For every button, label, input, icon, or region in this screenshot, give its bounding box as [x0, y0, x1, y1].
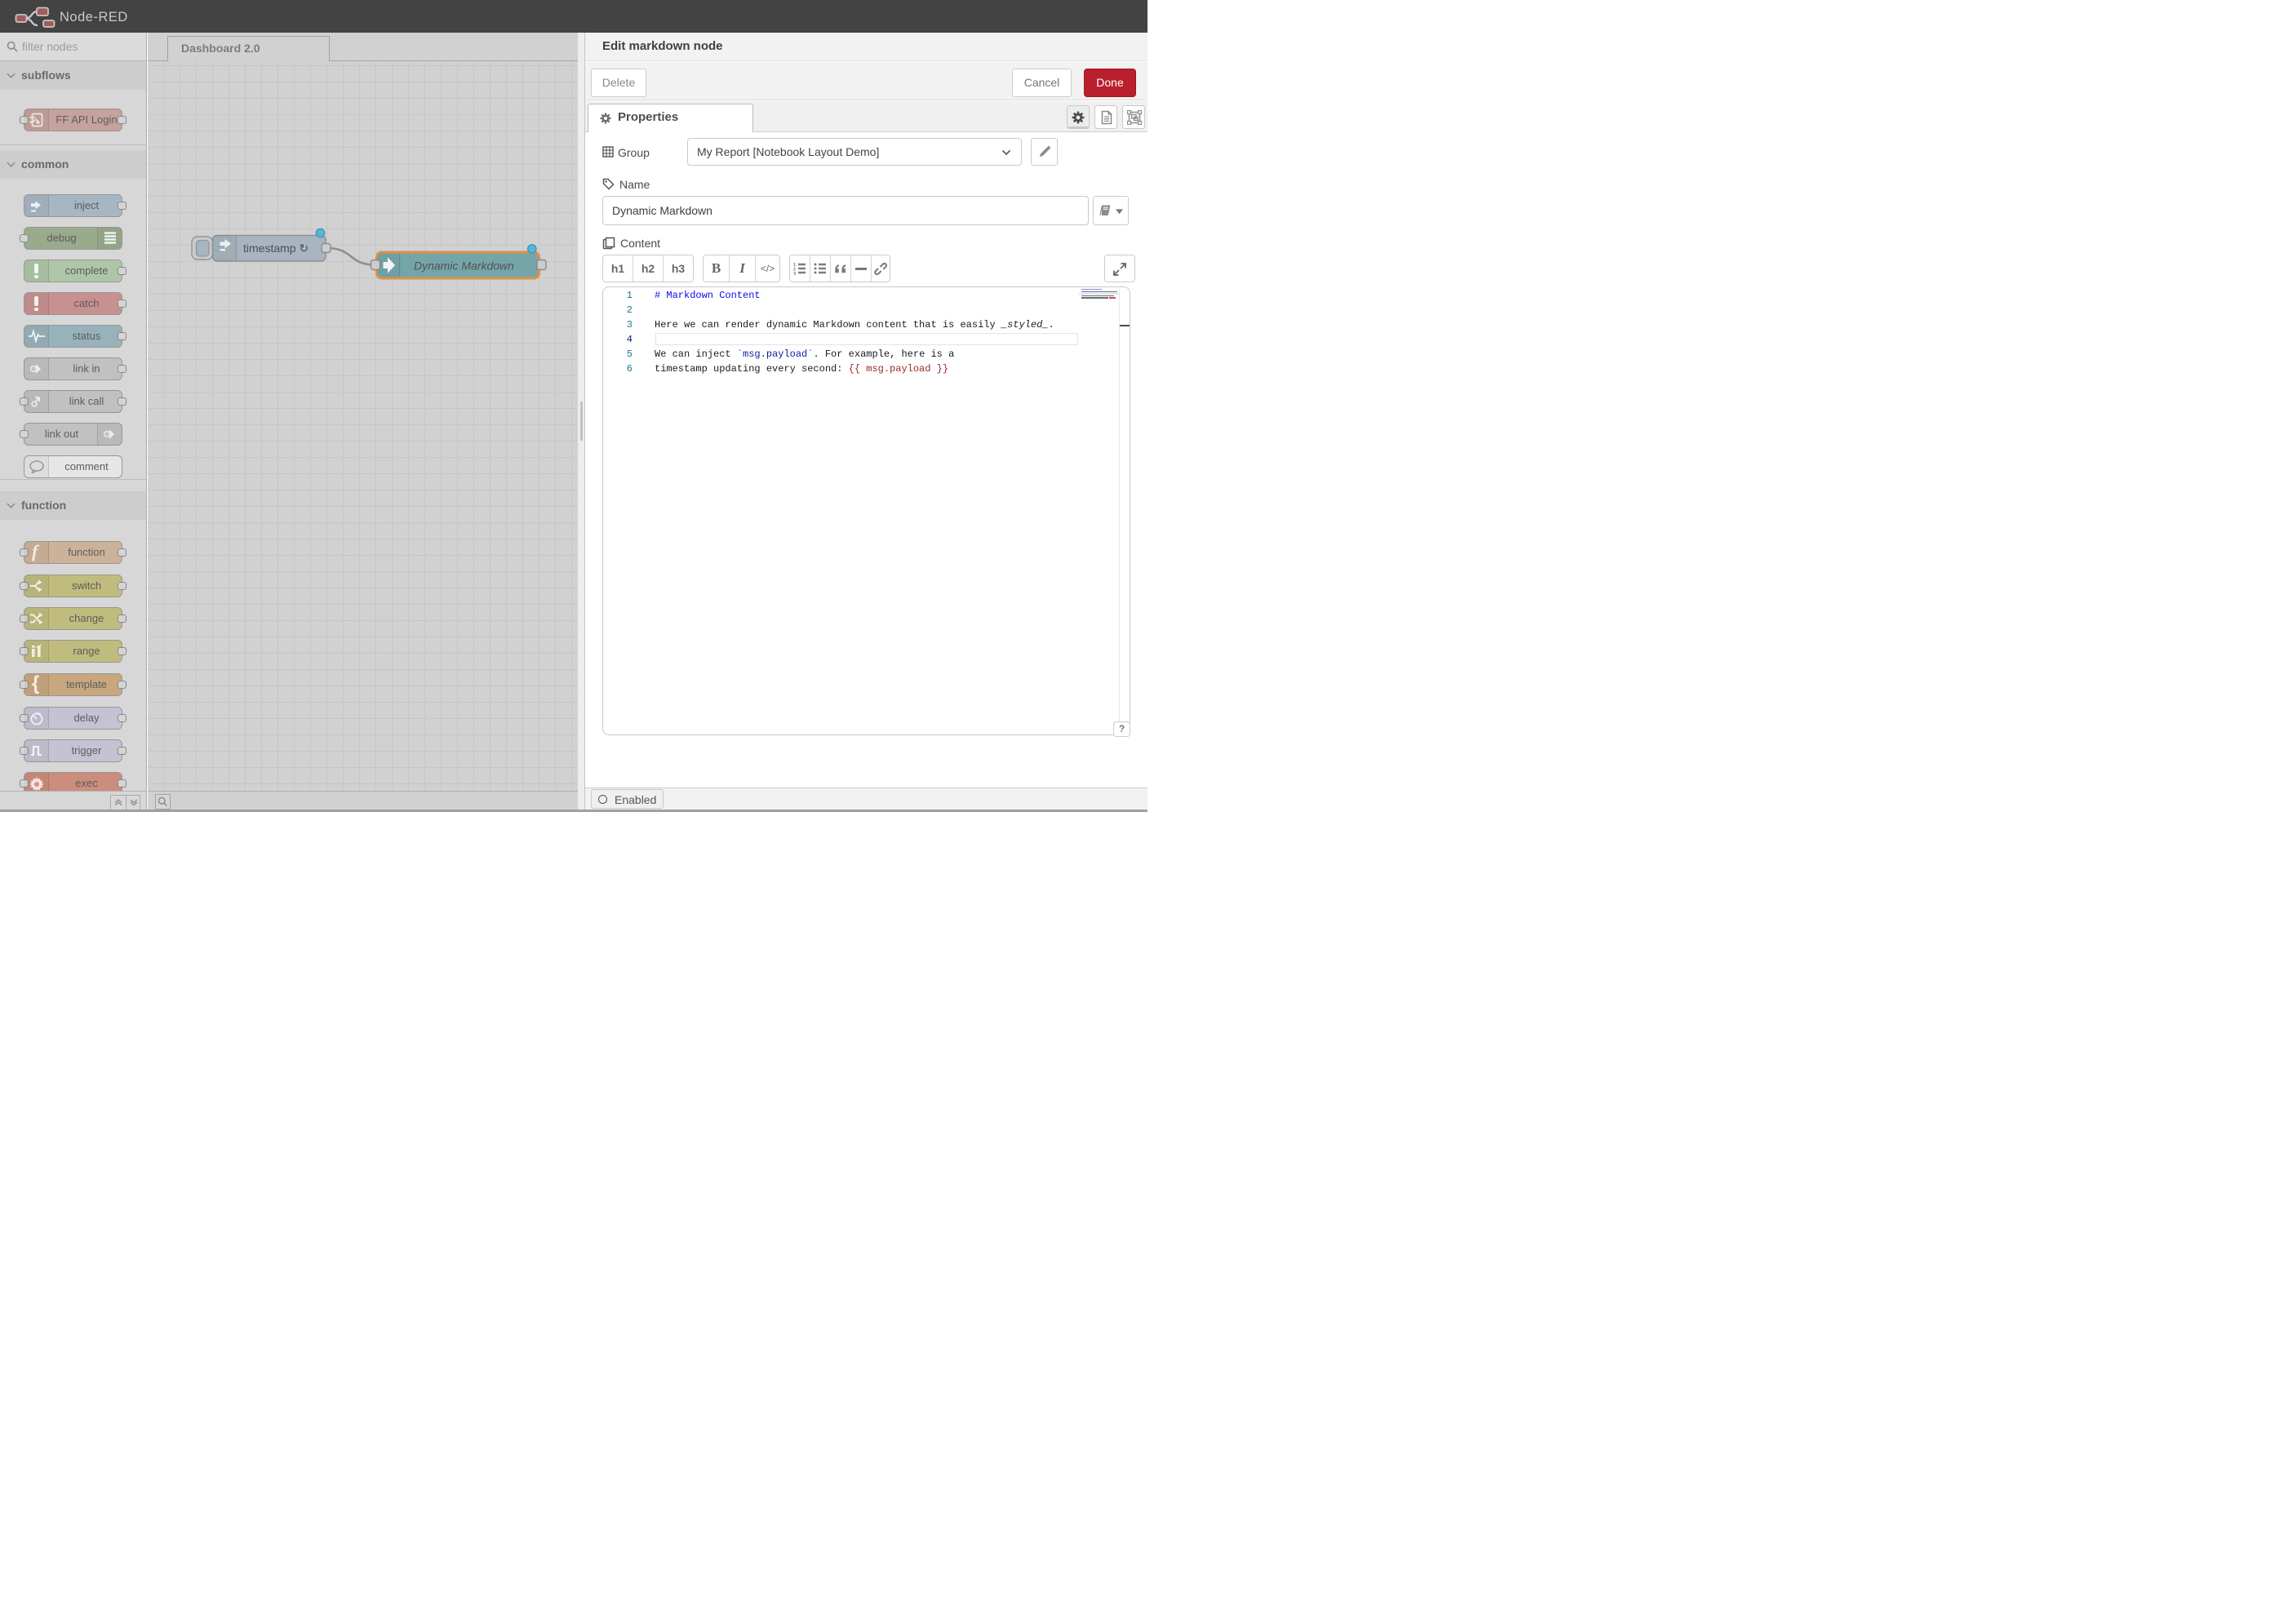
- svg-text:Dynamic Markdown: Dynamic Markdown: [414, 260, 514, 273]
- svg-text:3: 3: [793, 272, 796, 275]
- svg-text:timestamp ↻: timestamp ↻: [243, 242, 309, 255]
